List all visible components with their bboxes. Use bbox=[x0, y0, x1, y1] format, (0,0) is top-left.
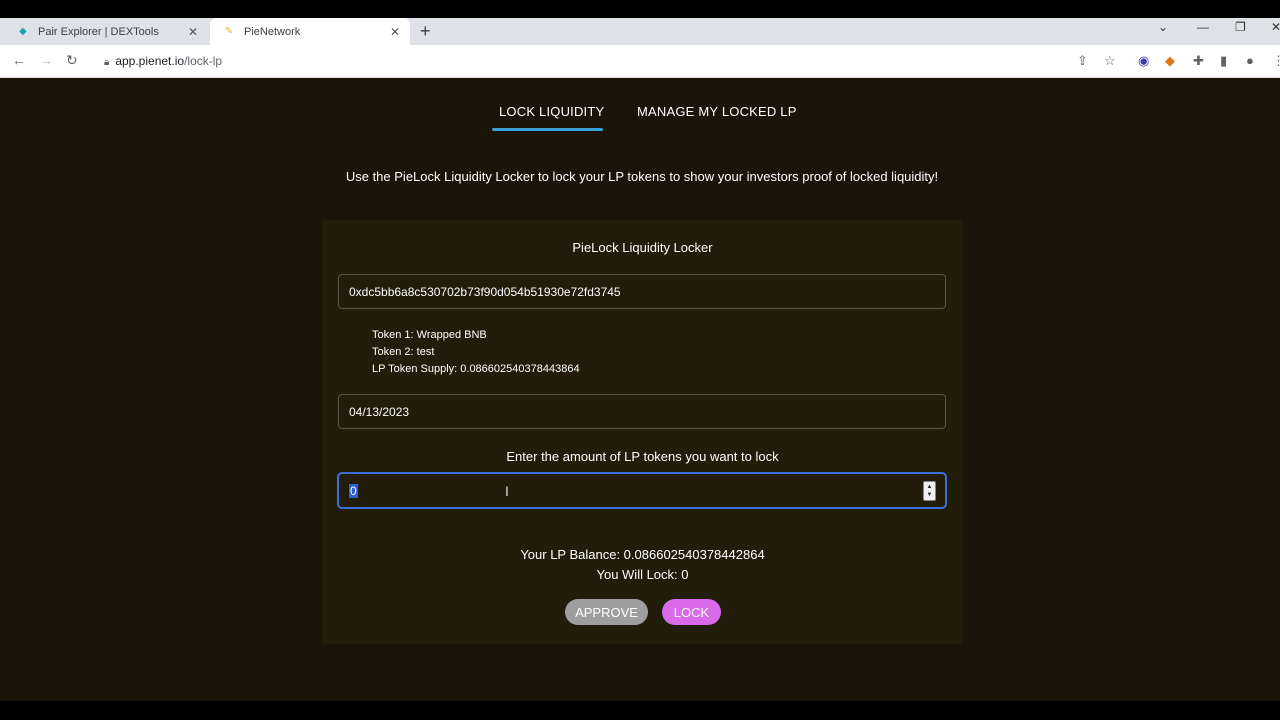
pair-address-input[interactable]: 0xdc5bb6a8c530702b73f90d054b51930e72fd37… bbox=[338, 274, 946, 309]
bookmark-star-icon[interactable]: ☆ bbox=[1104, 53, 1116, 69]
lp-balance-text: Your LP Balance: 0.086602540378442864 bbox=[520, 547, 765, 562]
number-spinner[interactable]: ▲ ▼ bbox=[923, 481, 936, 501]
spinner-down-icon[interactable]: ▼ bbox=[927, 491, 933, 499]
dextools-favicon-icon: ◆ bbox=[19, 26, 27, 37]
metamask-fox-icon[interactable]: ◆ bbox=[1165, 53, 1175, 69]
close-tab-icon[interactable]: ✕ bbox=[390, 25, 400, 39]
extensions-puzzle-icon[interactable]: ✚ bbox=[1193, 53, 1204, 69]
unlock-date-input[interactable]: 04/13/2023 bbox=[338, 394, 946, 429]
amount-value: 0 bbox=[349, 483, 358, 498]
browser-tab-dextools[interactable]: ◆ Pair Explorer | DEXTools ✕ bbox=[0, 18, 208, 45]
side-panel-icon[interactable]: ▮ bbox=[1220, 53, 1227, 69]
pair-address-value: 0xdc5bb6a8c530702b73f90d054b51930e72fd37… bbox=[349, 284, 621, 299]
active-tab-indicator bbox=[492, 128, 603, 131]
browser-tab-strip: ◆ Pair Explorer | DEXTools ✕ ✎ PieNetwor… bbox=[0, 18, 1280, 45]
url-field[interactable]: 🔒︎ app.pienet.io/lock-lp bbox=[104, 54, 222, 68]
locker-title: PieLock Liquidity Locker bbox=[572, 240, 713, 255]
amount-input[interactable]: 0 I ▲ ▼ bbox=[338, 473, 946, 508]
text-cursor-icon: I bbox=[505, 483, 509, 499]
will-lock-text: You Will Lock: 0 bbox=[596, 567, 689, 582]
url-path: /lock-lp bbox=[184, 54, 223, 68]
address-bar: ← → ↻ 🔒︎ app.pienet.io/lock-lp ⇪ ☆ ◉ ◆ ✚ … bbox=[0, 45, 1280, 78]
browser-tab-pienetwork[interactable]: ✎ PieNetwork ✕ bbox=[210, 18, 410, 45]
menu-dots-icon[interactable]: ⋮ bbox=[1272, 53, 1280, 69]
url-host: app.pienet.io bbox=[115, 54, 185, 68]
balance-summary: Your LP Balance: 0.086602540378442864 Yo… bbox=[322, 545, 963, 585]
spinner-up-icon[interactable]: ▲ bbox=[927, 483, 933, 491]
new-tab-icon[interactable]: + bbox=[420, 21, 431, 42]
intro-text: Use the PieLock Liquidity Locker to lock… bbox=[345, 169, 939, 184]
back-icon[interactable]: ← bbox=[12, 52, 26, 68]
locker-card: PieLock Liquidity Locker 0xdc5bb6a8c5307… bbox=[322, 220, 963, 644]
page-content: LOCK LIQUIDITY MANAGE MY LOCKED LP Use t… bbox=[0, 78, 1280, 701]
token1-text: Token 1: Wrapped BNB bbox=[372, 329, 487, 341]
close-window-icon[interactable]: ✕ bbox=[1271, 20, 1280, 34]
lock-button[interactable]: LOCK bbox=[662, 599, 721, 625]
tab-manage-locked-lp[interactable]: MANAGE MY LOCKED LP bbox=[637, 104, 797, 119]
close-tab-icon[interactable]: ✕ bbox=[188, 25, 198, 39]
lock-icon: 🔒︎ bbox=[104, 57, 110, 68]
unlock-date-value: 04/13/2023 bbox=[349, 404, 410, 419]
token2-text: Token 2: test bbox=[372, 346, 435, 358]
screen-bottom-bar bbox=[0, 701, 1280, 720]
minimize-icon[interactable]: — bbox=[1197, 20, 1209, 34]
amount-label: Enter the amount of LP tokens you want t… bbox=[506, 449, 779, 464]
extension-circle-icon[interactable]: ◉ bbox=[1138, 53, 1149, 69]
reload-icon[interactable]: ↻ bbox=[66, 52, 78, 69]
lp-supply-text: LP Token Supply: 0.086602540378443864 bbox=[372, 363, 580, 375]
profile-avatar-icon[interactable]: ● bbox=[1246, 53, 1254, 68]
tab-title: PieNetwork bbox=[244, 25, 301, 38]
tab-lock-liquidity[interactable]: LOCK LIQUIDITY bbox=[499, 104, 604, 119]
pienetwork-favicon-icon: ✎ bbox=[224, 26, 234, 37]
restore-icon[interactable]: ❐ bbox=[1235, 20, 1246, 34]
tab-search-icon[interactable]: ⌄ bbox=[1158, 20, 1168, 34]
share-icon[interactable]: ⇪ bbox=[1077, 53, 1088, 69]
tab-title: Pair Explorer | DEXTools bbox=[38, 25, 159, 38]
forward-icon[interactable]: → bbox=[39, 52, 53, 68]
pair-info: Token 1: Wrapped BNB Token 2: test LP To… bbox=[372, 327, 580, 378]
approve-button[interactable]: APPROVE bbox=[565, 599, 648, 625]
screen-top-bar bbox=[0, 0, 1280, 18]
